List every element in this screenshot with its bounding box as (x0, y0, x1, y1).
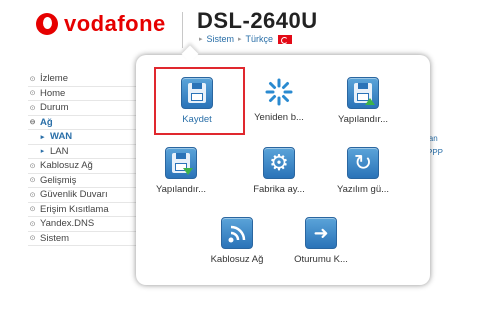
save-button[interactable]: Kaydet (152, 77, 242, 125)
config-download-label: Yapılandır... (156, 184, 206, 195)
expand-icon: ⊙ (29, 220, 36, 228)
sidebar-item-access-control[interactable]: ⊙ Erişim Kısıtlama (28, 203, 138, 217)
expand-icon: ⊙ (29, 75, 36, 83)
reboot-icon (264, 77, 294, 107)
sidebar-item-label: Güvenlik Duvarı (40, 189, 108, 201)
factory-reset-button[interactable]: ⚙ Fabrika ay... (234, 147, 324, 195)
sidebar-item-home[interactable]: ⊙ Home (28, 87, 138, 101)
expand-icon: ⊙ (29, 162, 36, 170)
sidebar-item-advanced[interactable]: ⊙ Gelişmiş (28, 174, 138, 188)
reboot-button[interactable]: Yeniden b... (234, 77, 324, 123)
header: vodafone DSL-2640U ▸ Sistem ▸ Türkçe (0, 0, 478, 60)
expand-icon: ⊙ (29, 235, 36, 243)
sidebar-item-label: İzleme (40, 73, 68, 85)
device-model: DSL-2640U (197, 8, 318, 33)
config-upload-icon (347, 77, 379, 109)
sidebar-item-label: Gelişmiş (40, 174, 77, 186)
config-upload-label: Yapılandır... (338, 114, 388, 125)
sidebar-item-label: WAN (50, 131, 73, 143)
sidebar-item-wireless[interactable]: ⊙ Kablosuz Ağ (28, 159, 138, 174)
sidebar-item-label: Kablosuz Ağ (40, 160, 93, 172)
sidebar-item-monitoring[interactable]: ⊙ İzleme (28, 72, 138, 87)
expand-icon: ⊙ (29, 90, 36, 98)
breadcrumb-system[interactable]: Sistem (207, 34, 235, 44)
sidebar-item-label: Durum (40, 102, 69, 114)
breadcrumb: ▸ Sistem ▸ Türkçe (197, 34, 293, 44)
save-label: Kaydet (182, 114, 212, 125)
config-download-icon (165, 147, 197, 179)
config-download-button[interactable]: Yapılandır... (136, 147, 226, 195)
vodafone-logo: vodafone (36, 11, 166, 37)
sidebar-item-wan[interactable]: ▸ WAN (28, 130, 138, 145)
breadcrumb-arrow-icon: ▸ (238, 36, 242, 43)
config-upload-button[interactable]: Yapılandır... (318, 77, 408, 125)
sidebar-item-firewall[interactable]: ⊙ Güvenlik Duvarı (28, 188, 138, 203)
wireless-button[interactable]: Kablosuz Ağ (192, 217, 282, 265)
arrow-right-icon: ▸ (40, 133, 45, 141)
sidebar-item-label: Erişim Kısıtlama (40, 203, 109, 215)
system-menu-popup: Kaydet Yeniden b... Yapılandır... Yapıla… (136, 55, 430, 285)
save-icon (181, 77, 213, 109)
expand-icon: ⊙ (29, 104, 36, 112)
logout-icon: ➜ (305, 217, 337, 249)
turkey-flag-icon[interactable] (278, 34, 293, 44)
logout-button[interactable]: ➜ Oturumu K... (276, 217, 366, 265)
sidebar-item-label: Home (40, 87, 66, 99)
firmware-update-button[interactable]: ↻ Yazılım gü... (318, 147, 408, 195)
sidebar-item-label: Yandex.DNS (40, 218, 95, 230)
factory-reset-label: Fabrika ay... (253, 184, 305, 195)
sidebar-item-yandex-dns[interactable]: ⊙ Yandex.DNS (28, 217, 138, 232)
sidebar-item-system[interactable]: ⊙ Sistem (28, 232, 138, 246)
sidebar-item-network[interactable]: ⊖ Ağ (28, 116, 138, 130)
language-selector[interactable]: Türkçe (246, 34, 274, 44)
brand-name: vodafone (64, 11, 166, 36)
header-divider (182, 12, 183, 48)
firmware-update-label: Yazılım gü... (336, 184, 390, 195)
sidebar-item-lan[interactable]: ▸ LAN (28, 145, 138, 159)
sidebar-menu: ⊙ İzleme ⊙ Home ⊙ Durum ⊖ Ağ ▸ WAN ▸ LAN ⊙ Kabl… (28, 72, 138, 246)
logout-label: Oturumu K... (294, 254, 348, 265)
expand-icon: ⊙ (29, 191, 36, 199)
factory-reset-icon: ⚙ (263, 147, 295, 179)
sidebar-item-status[interactable]: ⊙ Durum (28, 101, 138, 116)
wireless-label: Kablosuz Ağ (210, 254, 264, 265)
wifi-icon (221, 217, 253, 249)
breadcrumb-arrow-icon: ▸ (199, 36, 203, 43)
sidebar-item-label: Ağ (40, 116, 53, 128)
sidebar-item-label: Sistem (40, 232, 70, 244)
vodafone-logo-icon (36, 13, 58, 35)
firmware-update-icon: ↻ (347, 147, 379, 179)
expand-icon: ⊙ (29, 206, 36, 214)
collapse-icon: ⊖ (29, 119, 36, 127)
arrow-right-icon: ▸ (40, 148, 45, 156)
reboot-label: Yeniden b... (254, 112, 304, 123)
expand-icon: ⊙ (29, 177, 36, 185)
sidebar-item-label: LAN (50, 145, 69, 157)
